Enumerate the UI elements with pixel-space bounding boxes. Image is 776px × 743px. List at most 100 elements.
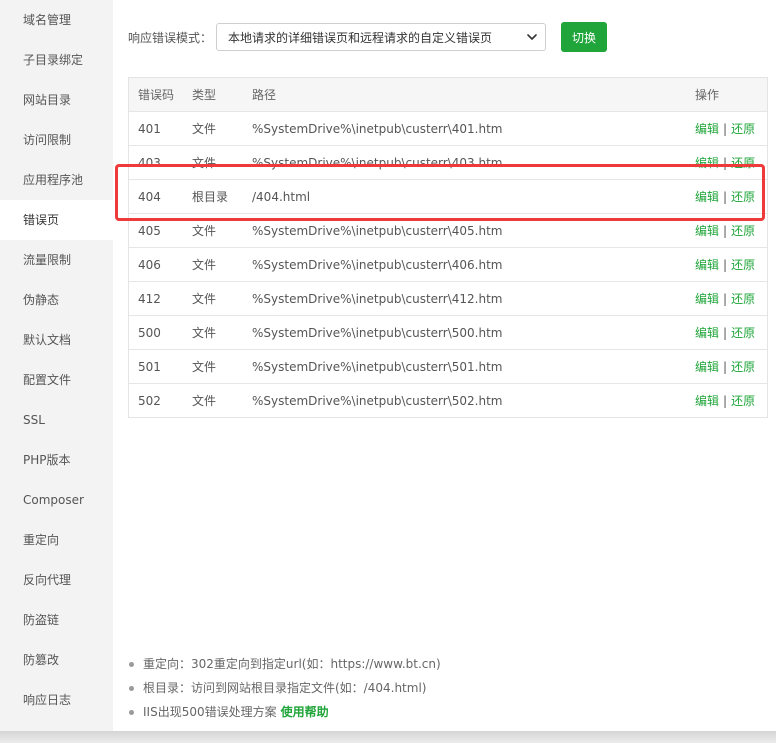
table-row: 412 文件 %SystemDrive%\inetpub\custerr\412… — [129, 281, 767, 315]
cell-path: %SystemDrive%\inetpub\custerr\500.htm — [252, 325, 503, 340]
edit-link[interactable]: 编辑 — [695, 190, 719, 204]
help-link[interactable]: 使用帮助 — [281, 700, 329, 724]
header-type: 类型 — [192, 88, 217, 102]
note-iis: IIS出现500错误处理方案 — [143, 705, 277, 719]
op-separator: | — [723, 224, 728, 238]
table-row: 404 根目录 /404.html 编辑 | 还原 — [129, 179, 767, 213]
switch-button[interactable]: 切换 — [561, 22, 607, 52]
cell-path: %SystemDrive%\inetpub\custerr\406.htm — [252, 257, 503, 272]
sidebar-item-redirect[interactable]: 重定向 — [0, 520, 113, 560]
cell-op: 编辑 | 还原 — [695, 154, 767, 171]
sidebar-item-site-directory[interactable]: 网站目录 — [0, 80, 113, 120]
sidebar-item-domain[interactable]: 域名管理 — [0, 0, 113, 40]
cell-path: %SystemDrive%\inetpub\custerr\403.htm — [252, 155, 503, 170]
table-header: 错误码 类型 路径 操作 — [129, 78, 767, 111]
sidebar-item-error-page[interactable]: 错误页 — [0, 200, 113, 240]
cell-path: %SystemDrive%\inetpub\custerr\412.htm — [252, 291, 503, 306]
table-row: 500 文件 %SystemDrive%\inetpub\custerr\500… — [129, 315, 767, 349]
restore-link[interactable]: 还原 — [731, 292, 755, 306]
bullet-icon — [129, 661, 134, 667]
sidebar-item-php-version[interactable]: PHP版本 — [0, 440, 113, 480]
sidebar-item-rewrite[interactable]: 伪静态 — [0, 280, 113, 320]
notes-list: 重定向：302重定向到指定url(如：https://www.bt.cn) 根目… — [129, 652, 441, 724]
table-row: 502 文件 %SystemDrive%\inetpub\custerr\502… — [129, 383, 767, 417]
sidebar-item-traffic-limit[interactable]: 流量限制 — [0, 240, 113, 280]
cell-code: 404 — [138, 189, 161, 204]
error-page-table: 错误码 类型 路径 操作 401 文件 %SystemDrive%\inetpu… — [128, 77, 768, 418]
restore-link[interactable]: 还原 — [731, 394, 755, 408]
table-row: 406 文件 %SystemDrive%\inetpub\custerr\406… — [129, 247, 767, 281]
note-redirect: 重定向：302重定向到指定url(如：https://www.bt.cn) — [143, 657, 441, 671]
cell-path: %SystemDrive%\inetpub\custerr\502.htm — [252, 393, 503, 408]
edit-link[interactable]: 编辑 — [695, 326, 719, 340]
table-row: 403 文件 %SystemDrive%\inetpub\custerr\403… — [129, 145, 767, 179]
cell-op: 编辑 | 还原 — [695, 188, 767, 205]
edit-link[interactable]: 编辑 — [695, 224, 719, 238]
cell-code: 412 — [138, 291, 161, 306]
restore-link[interactable]: 还原 — [731, 122, 755, 136]
cell-type: 根目录 — [192, 190, 229, 204]
cell-code: 501 — [138, 359, 161, 374]
chevron-down-icon — [527, 34, 537, 40]
error-mode-label: 响应错误模式： — [128, 30, 213, 45]
restore-link[interactable]: 还原 — [731, 326, 755, 340]
sidebar-item-hotlink[interactable]: 防盗链 — [0, 600, 113, 640]
header-code: 错误码 — [138, 88, 175, 102]
cell-code: 405 — [138, 223, 161, 238]
cell-type: 文件 — [192, 394, 217, 408]
cell-type: 文件 — [192, 224, 217, 238]
cell-type: 文件 — [192, 156, 217, 170]
error-mode-row: 响应错误模式： 本地请求的详细错误页和远程请求的自定义错误页 — [128, 22, 547, 52]
op-separator: | — [723, 360, 728, 374]
cell-op: 编辑 | 还原 — [695, 324, 767, 341]
cell-type: 文件 — [192, 258, 217, 272]
op-separator: | — [723, 394, 728, 408]
cell-code: 502 — [138, 393, 161, 408]
restore-link[interactable]: 还原 — [731, 360, 755, 374]
note-item: 根目录：访问到网站根目录指定文件(如：/404.html) — [129, 676, 441, 700]
sidebar-item-access-limit[interactable]: 访问限制 — [0, 120, 113, 160]
cell-code: 406 — [138, 257, 161, 272]
cell-op: 编辑 | 还原 — [695, 392, 767, 409]
op-separator: | — [723, 292, 728, 306]
edit-link[interactable]: 编辑 — [695, 394, 719, 408]
sidebar-item-subdir-binding[interactable]: 子目录绑定 — [0, 40, 113, 80]
sidebar-item-default-doc[interactable]: 默认文档 — [0, 320, 113, 360]
edit-link[interactable]: 编辑 — [695, 258, 719, 272]
cell-path: %SystemDrive%\inetpub\custerr\501.htm — [252, 359, 503, 374]
edit-link[interactable]: 编辑 — [695, 292, 719, 306]
note-root: 根目录：访问到网站根目录指定文件(如：/404.html) — [143, 681, 427, 695]
restore-link[interactable]: 还原 — [731, 224, 755, 238]
sidebar-item-reverse-proxy[interactable]: 反向代理 — [0, 560, 113, 600]
op-separator: | — [723, 156, 728, 170]
bullet-icon — [129, 685, 134, 691]
table-row: 405 文件 %SystemDrive%\inetpub\custerr\405… — [129, 213, 767, 247]
sidebar-item-app-pool[interactable]: 应用程序池 — [0, 160, 113, 200]
header-path: 路径 — [252, 88, 277, 102]
sidebar-item-response-log[interactable]: 响应日志 — [0, 680, 113, 720]
sidebar-item-composer[interactable]: Composer — [0, 480, 113, 520]
error-mode-select[interactable]: 本地请求的详细错误页和远程请求的自定义错误页 — [216, 23, 547, 51]
sidebar-item-tamper-proof[interactable]: 防篡改 — [0, 640, 113, 680]
cell-type: 文件 — [192, 326, 217, 340]
restore-link[interactable]: 还原 — [731, 258, 755, 272]
restore-link[interactable]: 还原 — [731, 156, 755, 170]
restore-link[interactable]: 还原 — [731, 190, 755, 204]
edit-link[interactable]: 编辑 — [695, 360, 719, 374]
note-item: 重定向：302重定向到指定url(如：https://www.bt.cn) — [129, 652, 441, 676]
cell-code: 500 — [138, 325, 161, 340]
cell-code: 403 — [138, 155, 161, 170]
edit-link[interactable]: 编辑 — [695, 122, 719, 136]
cell-op: 编辑 | 还原 — [695, 120, 767, 137]
edit-link[interactable]: 编辑 — [695, 156, 719, 170]
sidebar: 域名管理 子目录绑定 网站目录 访问限制 应用程序池 错误页 流量限制 伪静态 … — [0, 0, 113, 731]
op-separator: | — [723, 258, 728, 272]
cell-type: 文件 — [192, 122, 217, 136]
cell-op: 编辑 | 还原 — [695, 290, 767, 307]
sidebar-item-ssl[interactable]: SSL — [0, 400, 113, 440]
table-row: 501 文件 %SystemDrive%\inetpub\custerr\501… — [129, 349, 767, 383]
sidebar-item-config-file[interactable]: 配置文件 — [0, 360, 113, 400]
header-op: 操作 — [695, 88, 720, 102]
cell-type: 文件 — [192, 292, 217, 306]
cell-op: 编辑 | 还原 — [695, 358, 767, 375]
